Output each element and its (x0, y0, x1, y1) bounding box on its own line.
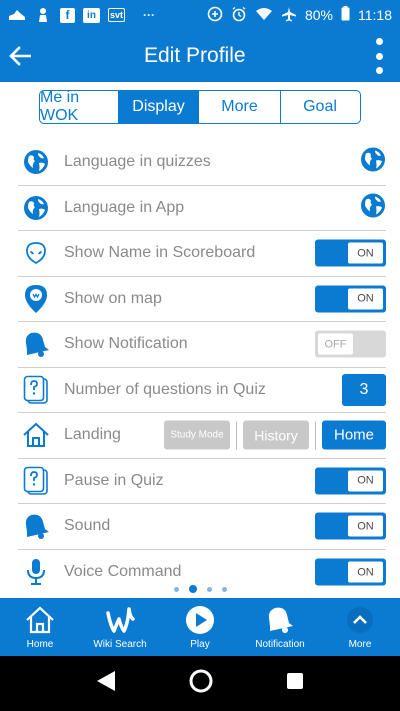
show-name-toggle[interactable]: ON (315, 239, 386, 267)
system-home-button[interactable] (188, 668, 214, 699)
setting-pause-quiz: Pause in Quiz ON (18, 459, 386, 504)
system-back-button[interactable] (95, 669, 117, 698)
setting-label: Sound (64, 517, 111, 535)
wifi-icon (255, 7, 273, 24)
setting-show-name: Show Name in Scoreboard ON (18, 231, 386, 277)
setting-label: Language in App (64, 198, 185, 216)
setting-label: Voice Command (64, 563, 182, 581)
globe-icon (18, 191, 54, 225)
setting-sound: Sound ON (18, 504, 386, 550)
triangle-back-icon (97, 671, 116, 691)
system-recents-button[interactable] (285, 671, 305, 696)
home-icon (18, 418, 54, 452)
tab-display[interactable]: Display (119, 91, 199, 123)
setting-num-questions: Number of questions in Quiz 3 (18, 368, 386, 413)
more-dots-icon: ··· (143, 8, 156, 22)
globe-icon (18, 145, 54, 179)
wiki-w-icon (102, 604, 138, 636)
setting-label: Number of questions in Quiz (64, 380, 266, 398)
bell-icon (18, 509, 54, 543)
setting-label: Language in quizzes (64, 153, 211, 171)
arrow-left-icon (9, 46, 31, 66)
setting-language-app: Language in App (18, 186, 386, 231)
globe-icon (361, 193, 385, 218)
alarm-icon (231, 6, 247, 25)
language-quizzes-globe-button[interactable] (360, 147, 386, 178)
setting-language-quizzes: Language in quizzes (18, 140, 386, 186)
tab-me-in-wok[interactable]: Me in WOK (40, 91, 119, 123)
globe-icon (361, 147, 385, 172)
profile-tabs: Me in WOK Display More Goal (39, 90, 361, 124)
page-dot-active (188, 585, 197, 593)
facebook-icon: f (60, 7, 75, 23)
question-cards-icon (18, 373, 54, 407)
chevron-up-icon (342, 604, 378, 636)
sound-toggle[interactable]: ON (315, 512, 386, 540)
page-dot (221, 586, 227, 592)
battery-level: 80% (304, 7, 333, 23)
alien-head-icon (18, 236, 54, 270)
show-notification-toggle[interactable]: OFF (315, 330, 386, 358)
bell-icon (262, 604, 298, 636)
bottom-navigation: Home Wiki Search Play Notification More (0, 598, 400, 656)
setting-label: Show Name in Scoreboard (64, 244, 256, 262)
app-bar: Edit Profile (0, 30, 400, 82)
setting-label: Show on map (64, 289, 162, 307)
clock-time: 11:18 (358, 7, 392, 23)
king-piece-icon (34, 7, 52, 23)
svt-icon: svt (108, 8, 126, 22)
pause-quiz-toggle[interactable]: ON (315, 467, 386, 495)
airplane-icon (281, 6, 297, 25)
nav-home[interactable]: Home (0, 598, 80, 656)
page-indicator (0, 585, 400, 593)
divider (236, 421, 237, 450)
status-bar: f in svt ··· 80% 11:18 (0, 0, 400, 30)
landing-history-button[interactable]: History (243, 420, 309, 450)
landing-home-button[interactable]: Home (322, 420, 386, 450)
landing-study-mode-button[interactable]: Study Mode (164, 420, 230, 450)
page-title: Edit Profile (144, 44, 246, 67)
setting-label: Landing (64, 426, 121, 444)
setting-show-map: Show on map ON (18, 277, 386, 322)
map-pin-icon (18, 282, 54, 316)
divider (315, 421, 316, 450)
shoe-icon (8, 7, 26, 23)
language-app-globe-button[interactable] (360, 192, 386, 223)
voice-command-toggle[interactable]: ON (315, 558, 386, 586)
setting-label: Show Notification (64, 335, 188, 353)
square-recents-icon (286, 673, 303, 689)
nav-more[interactable]: More (320, 598, 400, 656)
page-dot (206, 586, 212, 592)
nav-wiki-search[interactable]: Wiki Search (80, 598, 160, 656)
tab-goal[interactable]: Goal (281, 91, 359, 123)
home-icon (22, 604, 58, 636)
system-navigation-bar (0, 656, 400, 711)
circle-home-icon (189, 669, 213, 693)
setting-show-notification: Show Notification OFF (18, 322, 386, 368)
show-map-toggle[interactable]: ON (315, 285, 386, 313)
linkedin-icon: in (83, 7, 100, 23)
questions-count-button[interactable]: 3 (342, 373, 386, 406)
setting-landing: Landing Study Mode History Home (18, 413, 386, 459)
display-settings-list: Language in quizzes Language in App Show… (18, 140, 386, 595)
tab-more[interactable]: More (199, 91, 281, 123)
nav-notification[interactable]: Notification (240, 598, 320, 656)
page-dot (173, 586, 179, 592)
bell-icon (18, 327, 54, 361)
battery-icon (341, 6, 350, 24)
overflow-menu-button[interactable] (372, 38, 386, 74)
data-saver-icon (207, 6, 223, 25)
nav-play[interactable]: Play (160, 598, 240, 656)
setting-label: Pause in Quiz (64, 471, 164, 489)
back-button[interactable] (0, 30, 40, 82)
question-cards-icon (18, 464, 54, 498)
play-icon (182, 604, 218, 636)
